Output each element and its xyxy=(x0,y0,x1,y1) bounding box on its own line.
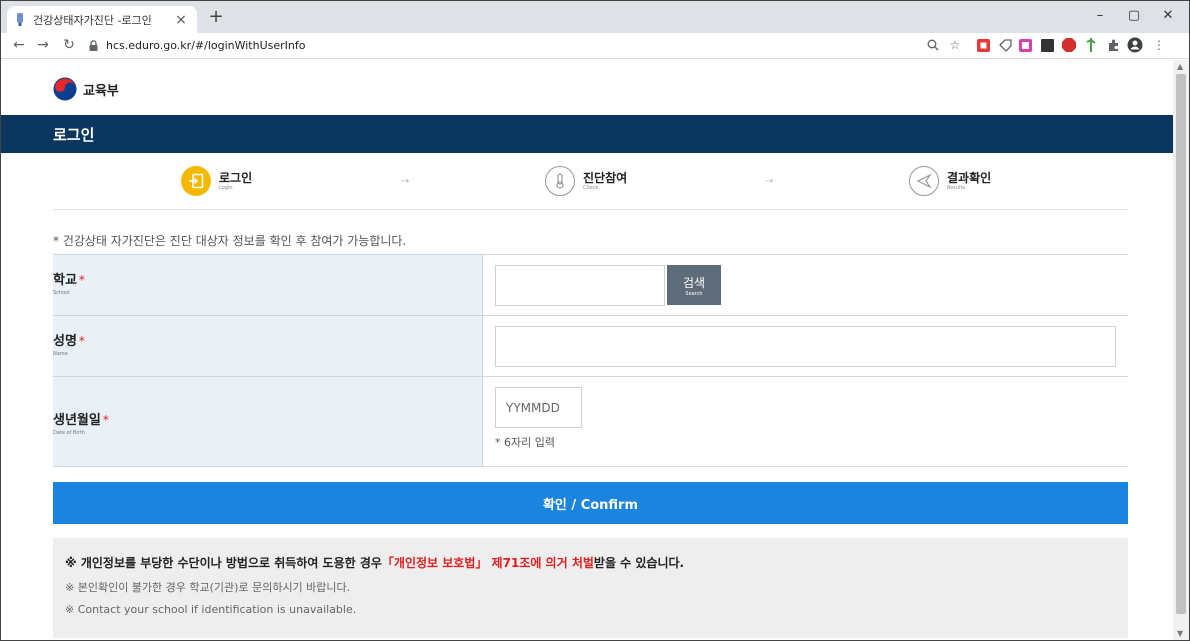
warning-box: ※ 개인정보를 부당한 수단이나 방법으로 취득하여 도용한 경우「개인정보 보… xyxy=(53,538,1128,638)
form-row-birth: 생년월일 * Date of Birth YYMMDD * 6자리 입력 xyxy=(53,377,1128,467)
warning-contact-en: ※ Contact your school if identification … xyxy=(65,603,357,616)
extension-red-icon[interactable] xyxy=(975,37,991,53)
extension-pink-icon[interactable] xyxy=(1017,37,1033,53)
warning-legal-pre: ※ 개인정보를 부당한 수단이나 방법으로 취득하여 도용한 경우 xyxy=(65,556,382,570)
step-arrow-icon: → xyxy=(401,176,410,187)
tab-title: 건강상태자가진단 -로그인 xyxy=(33,13,152,27)
name-label-en: Name xyxy=(53,351,68,357)
birth-label-text: 생년월일 xyxy=(53,413,101,428)
menu-kebab-icon[interactable]: ⋮ xyxy=(1151,37,1167,53)
search-button-en: Search xyxy=(685,290,703,297)
step-check: 진단참여 Check xyxy=(545,166,627,196)
warning-contact-ko: ※ 본인확인이 불가한 경우 학교(기관)로 문의하시기 바랍니다. xyxy=(65,581,351,594)
favicon-icon xyxy=(15,13,25,27)
moe-logo[interactable]: 교육부 xyxy=(53,77,119,101)
new-tab-button[interactable]: + xyxy=(205,7,227,29)
form-row-school: 학교 * School 검색 Search xyxy=(53,255,1128,316)
scroll-thumb[interactable] xyxy=(1176,74,1186,614)
forward-icon[interactable]: → xyxy=(33,35,53,55)
login-form: 학교 * School 검색 Search 성명 * Name 생년월일 * D… xyxy=(53,254,1128,467)
step-results: 결과확인 Results xyxy=(909,166,991,196)
extension-dark-icon[interactable] xyxy=(1039,37,1055,53)
confirm-button[interactable]: 확인 / Confirm xyxy=(53,482,1128,524)
logo-text: 교육부 xyxy=(83,83,119,99)
reload-icon[interactable]: ↻ xyxy=(59,35,79,55)
zoom-icon[interactable] xyxy=(925,37,941,53)
taegeuk-logo-icon xyxy=(53,77,77,101)
address-bar[interactable]: hcs.eduro.go.kr/#/loginWithUserInfo xyxy=(89,35,569,56)
birth-hint: * 6자리 입력 xyxy=(495,436,555,449)
thermometer-icon xyxy=(545,166,575,196)
form-row-name: 성명 * Name xyxy=(53,316,1128,377)
adblock-icon[interactable] xyxy=(1061,37,1077,53)
step-sub: Check xyxy=(583,185,599,191)
warning-legal: ※ 개인정보를 부당한 수단이나 방법으로 취득하여 도용한 경우「개인정보 보… xyxy=(65,554,1128,571)
name-label-text: 성명 xyxy=(53,334,77,349)
birth-label-en: Date of Birth xyxy=(53,430,85,436)
school-label-text: 학교 xyxy=(53,273,77,288)
extension-tag-icon[interactable] xyxy=(997,37,1013,53)
search-button-label: 검색 xyxy=(682,275,706,290)
name-label: 성명 * Name xyxy=(53,316,483,376)
extensions-puzzle-icon[interactable] xyxy=(1105,37,1121,53)
browser-toolbar: ← → ↻ hcs.eduro.go.kr/#/loginWithUserInf… xyxy=(1,33,1189,59)
close-window-button[interactable]: ✕ xyxy=(1151,5,1185,27)
profile-icon[interactable] xyxy=(1127,37,1143,53)
page-title: 로그인 xyxy=(53,125,95,144)
maximize-button[interactable]: ▢ xyxy=(1117,5,1151,27)
required-mark: * xyxy=(102,413,109,427)
school-input[interactable] xyxy=(495,265,665,306)
page-scrollbar[interactable]: ▲ ▼ xyxy=(1173,60,1189,640)
step-label: 결과확인 xyxy=(947,171,992,185)
login-icon xyxy=(181,166,211,196)
notice-text: * 건강상태 자가진단은 진단 대상자 정보를 확인 후 참여가 가능합니다. xyxy=(53,234,407,248)
school-field: 검색 Search xyxy=(483,255,1128,315)
school-label: 학교 * School xyxy=(53,255,483,315)
birth-input[interactable]: YYMMDD xyxy=(495,387,582,428)
browser-window: 건강상태자가진단 -로그인 × + – ▢ ✕ ← → ↻ hcs.eduro.… xyxy=(0,0,1190,641)
scroll-up-icon[interactable]: ▲ xyxy=(1177,62,1183,71)
step-sub: Results xyxy=(947,185,966,191)
url-text: hcs.eduro.go.kr/#/loginWithUserInfo xyxy=(106,39,306,52)
extension-green-icon[interactable] xyxy=(1083,37,1099,53)
minimize-button[interactable]: – xyxy=(1083,5,1117,27)
name-input[interactable] xyxy=(495,326,1116,367)
page-title-bar: 로그인 xyxy=(1,115,1173,153)
required-mark: * xyxy=(78,273,85,287)
lock-icon xyxy=(89,40,98,51)
birth-label: 생년월일 * Date of Birth xyxy=(53,377,483,466)
school-search-button[interactable]: 검색 Search xyxy=(667,265,721,305)
progress-steps: 로그인 Login → 진단참여 Check → 결과확인 Results xyxy=(53,156,1128,210)
tab-bar: 건강상태자가진단 -로그인 × + – ▢ ✕ xyxy=(1,1,1189,33)
school-label-en: School xyxy=(53,290,70,296)
step-label: 로그인 xyxy=(219,171,253,185)
scroll-down-icon[interactable]: ▼ xyxy=(1177,629,1183,638)
step-arrow-icon: → xyxy=(765,176,774,187)
bookmark-star-icon[interactable]: ☆ xyxy=(947,37,963,53)
warning-legal-post: 받을 수 있습니다. xyxy=(593,556,685,570)
step-sub: Login xyxy=(219,185,233,191)
send-icon xyxy=(909,166,939,196)
step-login: 로그인 Login xyxy=(181,166,252,196)
step-label: 진단참여 xyxy=(583,171,628,185)
tab-close-icon[interactable]: × xyxy=(173,12,189,28)
birth-field: YYMMDD * 6자리 입력 xyxy=(483,377,1128,466)
browser-tab[interactable]: 건강상태자가진단 -로그인 × xyxy=(7,6,197,33)
back-icon[interactable]: ← xyxy=(9,35,29,55)
page-content: 교육부 로그인 로그인 Login → 진단참여 Check → 결과확인 Re… xyxy=(1,60,1173,640)
name-field xyxy=(483,316,1128,376)
warning-legal-highlight: 「개인정보 보호법」 제71조에 의거 처벌 xyxy=(381,556,594,570)
required-mark: * xyxy=(78,334,85,348)
